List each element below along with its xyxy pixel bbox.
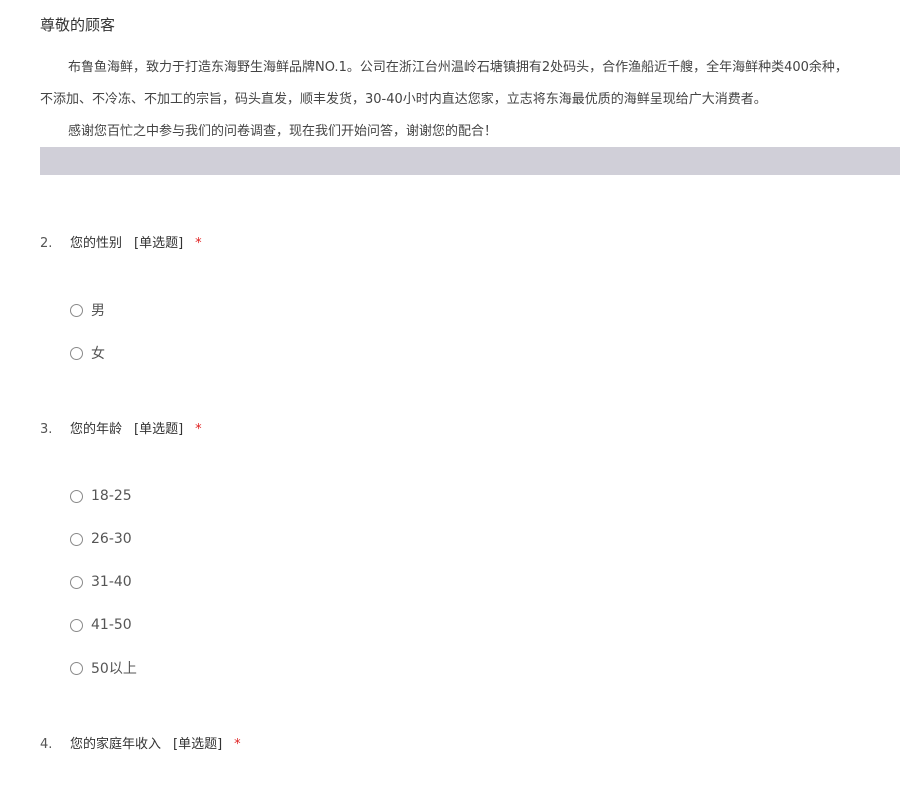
- radio-button[interactable]: [70, 303, 83, 317]
- intro-line-1: 布鲁鱼海鲜，致力于打造东海野生海鲜品牌NO.1。公司在浙江台州温岭石塘镇拥有2处…: [68, 60, 848, 75]
- option-age-18-25[interactable]: 18-25: [70, 487, 132, 505]
- option-age-41-50[interactable]: 41-50: [70, 616, 132, 634]
- question-age: 3. 您的年龄 [单选题] *: [40, 418, 202, 437]
- question-type: [单选题]: [134, 236, 184, 251]
- question-number: 4.: [40, 737, 53, 752]
- option-age-31-40[interactable]: 31-40: [70, 573, 132, 591]
- intro-line-3: 感谢您百忙之中参与我们的问卷调查，现在我们开始问答，谢谢您的配合！: [68, 124, 498, 139]
- question-gender: 2. 您的性别 [单选题] *: [40, 232, 202, 251]
- radio-button[interactable]: [70, 575, 83, 589]
- option-female[interactable]: 女: [70, 344, 105, 362]
- question-type: [单选题]: [173, 737, 223, 752]
- radio-button[interactable]: [70, 532, 83, 546]
- radio-button[interactable]: [70, 489, 83, 503]
- intro-text: 布鲁鱼海鲜，致力于打造东海野生海鲜品牌NO.1。公司在浙江台州温岭石塘镇拥有2处…: [40, 52, 900, 148]
- option-label: 41-50: [91, 617, 132, 633]
- option-label: 31-40: [91, 574, 132, 590]
- section-divider: [40, 147, 900, 175]
- question-title: 您的年龄: [70, 422, 123, 437]
- question-number: 3.: [40, 422, 53, 437]
- intro-line-2: 不添加、不冷冻、不加工的宗旨，码头直发，顺丰发货，30-40小时内直达您家，立志…: [40, 92, 767, 107]
- question-title: 您的家庭年收入: [70, 737, 162, 752]
- option-label: 26-30: [91, 531, 132, 547]
- radio-button[interactable]: [70, 661, 83, 675]
- question-type: [单选题]: [134, 422, 184, 437]
- required-marker: *: [234, 737, 241, 752]
- required-marker: *: [195, 422, 202, 437]
- option-age-50-plus[interactable]: 50以上: [70, 659, 137, 677]
- option-label: 18-25: [91, 488, 132, 504]
- option-male[interactable]: 男: [70, 301, 105, 319]
- radio-button[interactable]: [70, 346, 83, 360]
- option-label: 男: [91, 303, 105, 319]
- radio-button[interactable]: [70, 618, 83, 632]
- option-age-26-30[interactable]: 26-30: [70, 530, 132, 548]
- required-marker: *: [195, 236, 202, 251]
- survey-page: 尊敬的顾客 布鲁鱼海鲜，致力于打造东海野生海鲜品牌NO.1。公司在浙江台州温岭石…: [0, 0, 900, 800]
- option-label: 女: [91, 346, 105, 362]
- greeting-heading: 尊敬的顾客: [40, 16, 116, 34]
- question-title: 您的性别: [70, 236, 123, 251]
- question-number: 2.: [40, 236, 53, 251]
- question-income: 4. 您的家庭年收入 [单选题] *: [40, 733, 241, 752]
- option-label: 50以上: [91, 661, 137, 677]
